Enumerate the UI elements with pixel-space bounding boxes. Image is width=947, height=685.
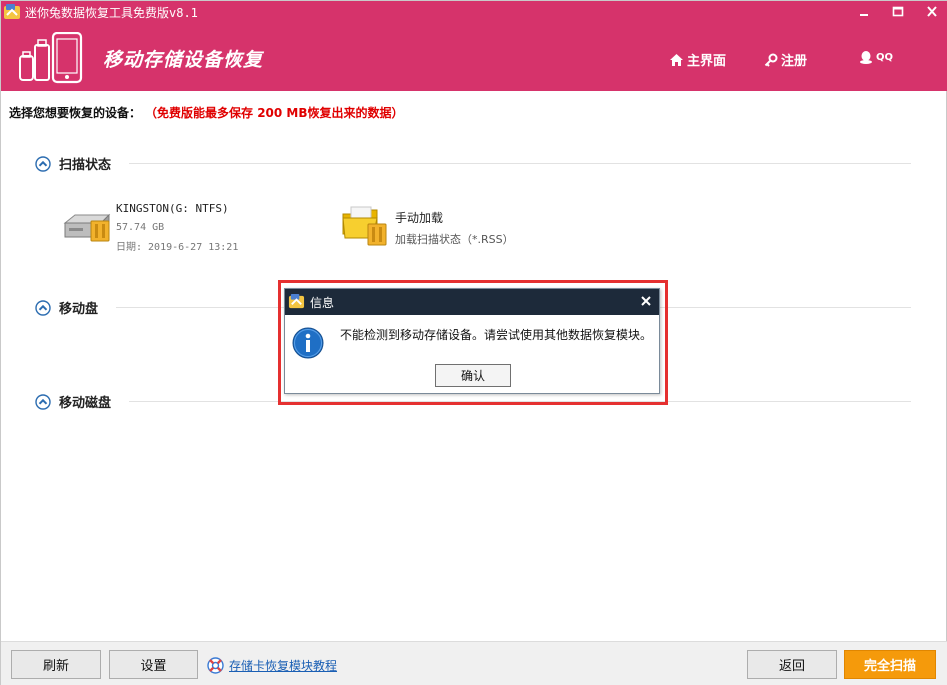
section-scan-status-label: 扫描状态 — [59, 158, 112, 173]
full-scan-button[interactable]: 完全扫描 — [844, 650, 936, 679]
minimize-icon[interactable] — [855, 4, 873, 20]
section-removable-disk-label: 移动盘 — [59, 302, 99, 317]
dialog-title-bar: 信息 — [285, 289, 659, 315]
prompt-text: 选择您想要恢复的设备： — [9, 106, 142, 120]
back-button[interactable]: 返回 — [747, 650, 837, 679]
section-scan-status[interactable]: 扫描状态 — [35, 154, 911, 173]
dialog-close-icon[interactable] — [639, 294, 653, 308]
section-removable-hdd-label: 移动磁盘 — [59, 396, 112, 411]
module-title: 移动存储设备恢复 — [103, 49, 264, 71]
app-header: 移动存储设备恢复 主界面 注册 QQ — [1, 24, 947, 91]
device-name: KINGSTON(G: NTFS) — [116, 202, 229, 215]
collapse-chevron-icon[interactable] — [35, 299, 51, 316]
free-version-notice: （免费版能最多保存 200 MB恢复出来的数据） — [151, 106, 404, 120]
app-icon — [4, 4, 20, 19]
home-icon — [670, 53, 683, 66]
dialog-title: 信息 — [310, 296, 335, 310]
nav-home[interactable]: 主界面 — [669, 50, 726, 69]
nav-home-label: 主界面 — [687, 54, 727, 69]
app-window: 迷你兔数据恢复工具免费版v8.1 移动存储设备恢复 主界面 注册 QQ 选择您想… — [0, 0, 947, 685]
device-size: 57.74 GB — [116, 222, 165, 233]
window-title: 迷你兔数据恢复工具免费版v8.1 — [25, 6, 198, 20]
tutorial-link[interactable]: 存储卡恢复模块教程 — [207, 657, 337, 674]
dialog-message: 不能检测到移动存储设备。请尝试使用其他数据恢复模块。 — [340, 328, 653, 342]
app-icon — [288, 293, 305, 309]
key-icon — [764, 53, 778, 67]
device-date: 日期: 2019-6-27 13:21 — [116, 242, 239, 253]
manual-load-item[interactable]: 手动加载 加载扫描状态（*.RSS） — [341, 204, 541, 250]
nav-qq-label: QQ — [876, 51, 894, 63]
folder-icon — [342, 206, 387, 246]
maximize-icon[interactable] — [889, 4, 907, 20]
lifebuoy-icon — [207, 657, 224, 674]
device-select-prompt: 选择您想要恢复的设备： （免费版能最多保存 200 MB恢复出来的数据） — [9, 104, 404, 121]
close-icon[interactable] — [923, 4, 941, 20]
info-dialog: 信息 不能检测到移动存储设备。请尝试使用其他数据恢复模块。 确认 — [284, 288, 660, 394]
hard-drive-icon — [63, 213, 111, 242]
device-kingston[interactable]: KINGSTON(G: NTFS) 57.74 GB 日期: 2019-6-27… — [63, 201, 283, 253]
qq-penguin-icon — [860, 51, 872, 64]
dialog-ok-button[interactable]: 确认 — [435, 364, 511, 387]
manual-load-title: 手动加载 — [395, 211, 444, 225]
nav-qq[interactable]: QQ — [859, 50, 893, 64]
manual-load-subtitle: 加载扫描状态（*.RSS） — [395, 233, 514, 246]
settings-button[interactable]: 设置 — [109, 650, 198, 679]
section-divider — [129, 163, 911, 164]
info-icon — [292, 327, 324, 359]
collapse-chevron-icon[interactable] — [35, 155, 51, 172]
title-bar: 迷你兔数据恢复工具免费版v8.1 — [1, 1, 947, 24]
nav-register[interactable]: 注册 — [764, 50, 807, 69]
storage-devices-logo-icon — [19, 32, 83, 84]
collapse-chevron-icon[interactable] — [35, 393, 51, 410]
footer-bar: 刷新 设置 存储卡恢复模块教程 返回 完全扫描 — [1, 641, 947, 685]
nav-register-label: 注册 — [781, 54, 808, 69]
tutorial-link-text: 存储卡恢复模块教程 — [229, 659, 338, 673]
refresh-button[interactable]: 刷新 — [11, 650, 101, 679]
